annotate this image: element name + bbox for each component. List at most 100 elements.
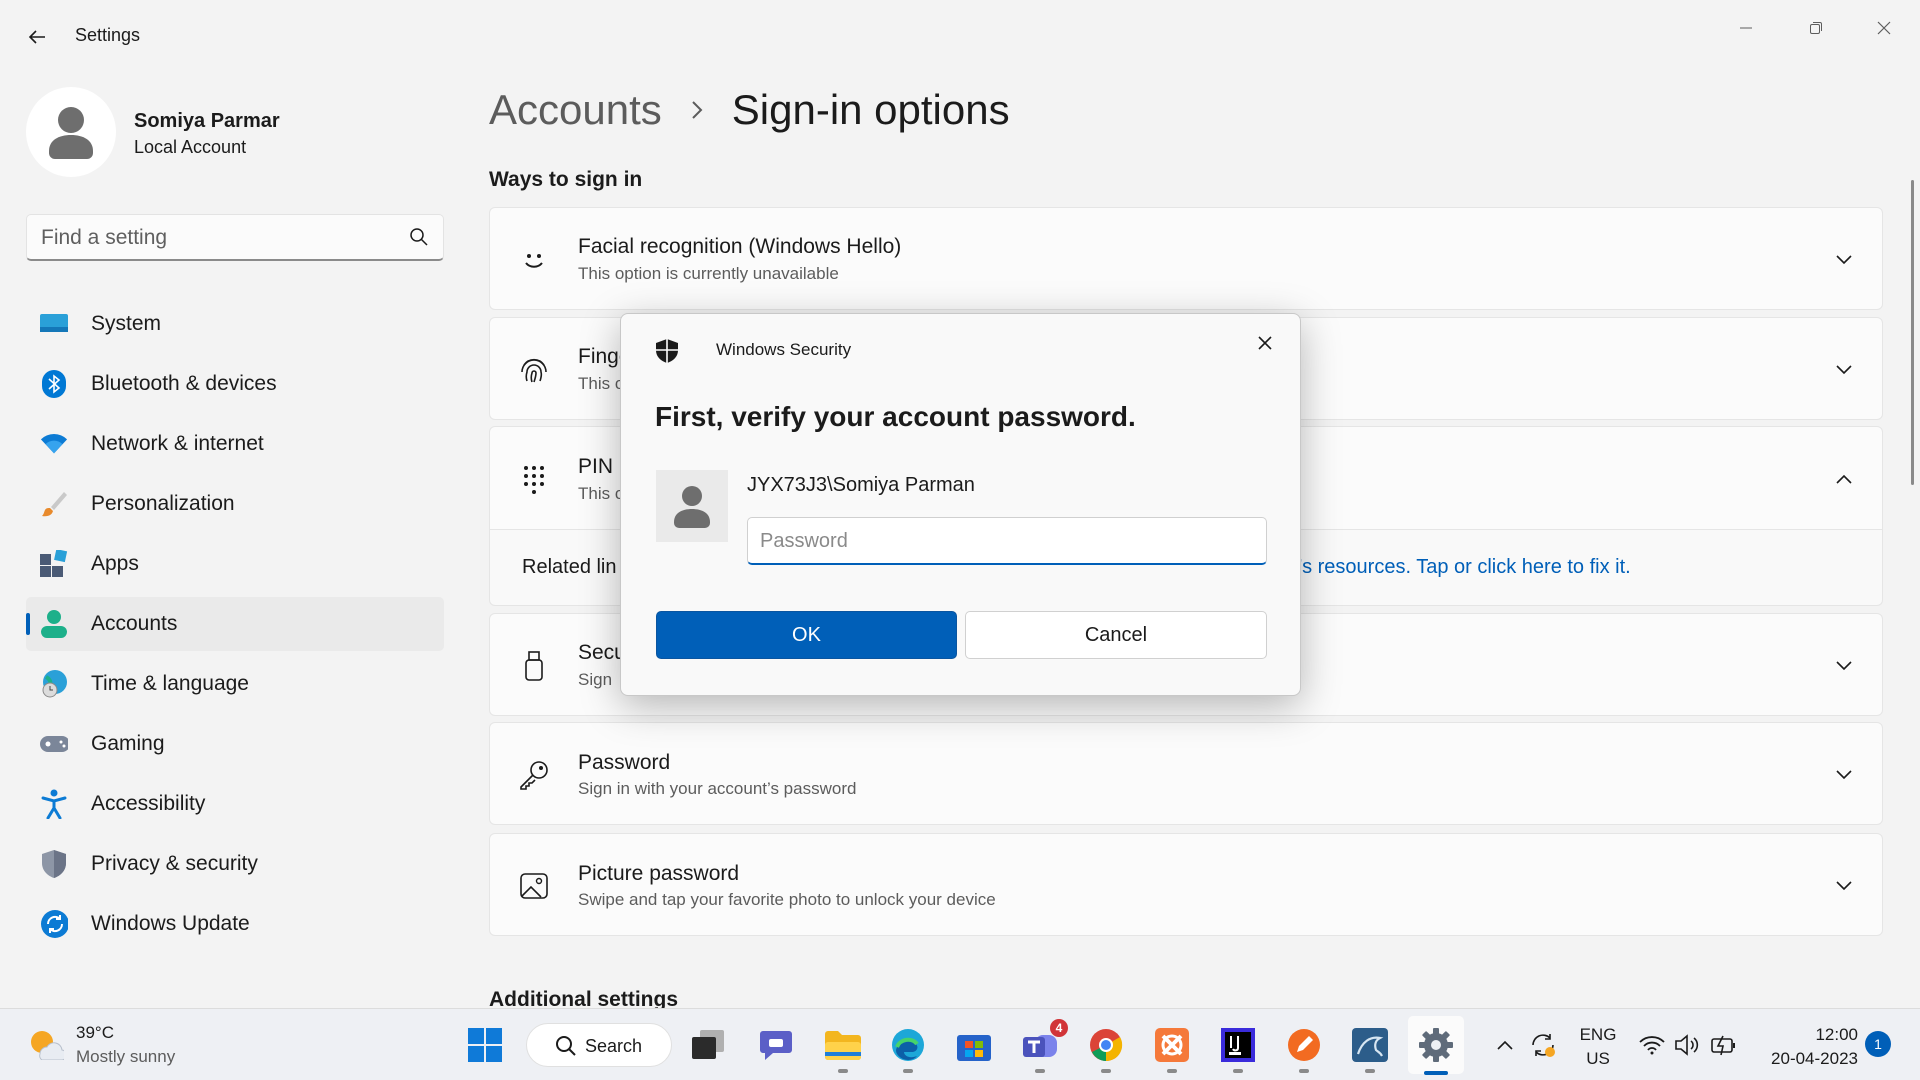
sidebar-item-label: Windows Update (91, 912, 250, 935)
back-button[interactable] (20, 20, 54, 54)
accessibility-icon (40, 789, 68, 819)
key-icon (518, 759, 550, 791)
fix-resources-link[interactable]: ’s resources. Tap or click here to fix i… (1298, 556, 1631, 579)
sidebar-item-windows-update[interactable]: Windows Update (26, 897, 444, 951)
sketch-tool-button[interactable] (1284, 1025, 1324, 1073)
chevron-down-icon[interactable] (1832, 763, 1856, 787)
user-avatar[interactable] (26, 87, 116, 177)
windows-security-dialog: Windows Security First, verify your acco… (620, 313, 1301, 696)
taskbar: 39°C Mostly sunny Search 4 ENG US 12:00 … (0, 1008, 1920, 1080)
restore-button[interactable] (1786, 8, 1846, 48)
dolphin-icon (1352, 1028, 1388, 1062)
clock-date: 20-04-2023 (1771, 1049, 1858, 1068)
weather-description[interactable]: Mostly sunny (76, 1047, 175, 1067)
weather-temperature[interactable]: 39°C (76, 1023, 114, 1043)
keypad-icon (518, 463, 550, 495)
sidebar-item-accounts[interactable]: Accounts (26, 597, 444, 651)
running-indicator (1365, 1069, 1375, 1073)
start-button[interactable] (465, 1025, 505, 1065)
chevron-right-icon (690, 99, 704, 121)
input-language-indicator[interactable]: ENG US (1578, 1023, 1618, 1071)
show-hidden-icons-button[interactable] (1490, 1025, 1520, 1065)
minimize-icon (1740, 27, 1752, 29)
breadcrumb: Accounts Sign-in options (489, 86, 1010, 134)
notification-badge[interactable]: 1 (1865, 1031, 1891, 1057)
minimize-button[interactable] (1716, 8, 1776, 48)
language-code: ENG (1579, 1025, 1617, 1044)
file-explorer-button[interactable] (823, 1025, 863, 1073)
search-icon[interactable] (409, 227, 429, 252)
sidebar-item-time-language[interactable]: Time & language (26, 657, 444, 711)
chevron-down-icon[interactable] (1832, 654, 1856, 678)
find-setting-search[interactable] (26, 214, 444, 261)
sidebar-item-accessibility[interactable]: Accessibility (26, 777, 444, 831)
clock[interactable]: 12:00 20-04-2023 (1758, 1023, 1858, 1071)
taskbar-search[interactable]: Search (526, 1023, 672, 1067)
sidebar-item-apps[interactable]: Apps (26, 537, 444, 591)
sidebar-item-gaming[interactable]: Gaming (26, 717, 444, 771)
sidebar-item-label: Accessibility (91, 792, 206, 815)
volume-tray-icon[interactable] (1672, 1025, 1704, 1065)
dialog-heading: First, verify your account password. (655, 401, 1136, 432)
intellij-button[interactable] (1218, 1025, 1258, 1073)
scrollbar-thumb[interactable] (1911, 180, 1914, 485)
dialog-close-button[interactable] (1246, 324, 1284, 362)
chevron-down-icon[interactable] (1832, 874, 1856, 898)
sync-tray-button[interactable] (1526, 1025, 1560, 1065)
mysql-workbench-button[interactable] (1350, 1025, 1390, 1073)
chat-button[interactable] (756, 1025, 796, 1065)
speaker-icon (1675, 1034, 1699, 1056)
sidebar-item-personalization[interactable]: Personalization (26, 477, 444, 531)
ok-button[interactable]: OK (656, 611, 957, 659)
shield-icon (40, 850, 68, 878)
card-picture-password[interactable]: Picture password Swipe and tap your favo… (489, 833, 1883, 936)
chrome-button[interactable] (1086, 1025, 1126, 1073)
task-view-button[interactable] (688, 1025, 728, 1065)
chevron-down-icon[interactable] (1832, 248, 1856, 272)
teams-button[interactable]: 4 (1020, 1019, 1068, 1073)
close-window-button[interactable] (1854, 8, 1914, 48)
settings-taskbar-button[interactable] (1416, 1025, 1456, 1075)
sidebar-item-system[interactable]: System (26, 297, 444, 351)
cancel-button[interactable]: Cancel (965, 611, 1267, 659)
section-title: Ways to sign in (489, 168, 643, 191)
sync-icon (1532, 1034, 1555, 1057)
chevron-down-icon[interactable] (1832, 358, 1856, 382)
sidebar-item-bluetooth[interactable]: Bluetooth & devices (26, 357, 444, 411)
card-facial-recognition[interactable]: Facial recognition (Windows Hello) This … (489, 207, 1883, 310)
sidebar-item-label: Privacy & security (91, 852, 258, 875)
restore-icon (1810, 22, 1822, 34)
card-subtitle: This c (578, 374, 624, 393)
store-icon (957, 1035, 991, 1061)
sidebar-item-label: Network & internet (91, 432, 264, 455)
card-subtitle: This option is currently unavailable (578, 264, 839, 283)
weather-sun-icon[interactable] (28, 1028, 68, 1065)
password-field[interactable] (747, 517, 1267, 565)
running-indicator (1167, 1069, 1177, 1073)
chevron-up-icon[interactable] (1832, 467, 1856, 491)
wifi-icon (1639, 1036, 1665, 1055)
password-input[interactable] (760, 526, 1250, 556)
wifi-tray-icon[interactable] (1636, 1025, 1668, 1065)
xampp-button[interactable] (1152, 1025, 1192, 1073)
breadcrumb-parent[interactable]: Accounts (489, 86, 662, 134)
dialog-user-avatar (656, 470, 728, 542)
edge-icon (892, 1029, 924, 1061)
system-icon (40, 310, 68, 338)
sidebar-item-privacy-security[interactable]: Privacy & security (26, 837, 444, 891)
store-button[interactable] (954, 1025, 994, 1065)
battery-charging-icon (1711, 1035, 1735, 1056)
card-password[interactable]: Password Sign in with your account’s pas… (489, 722, 1883, 825)
person-icon (674, 486, 710, 528)
gamepad-icon (40, 730, 68, 758)
account-type: Local Account (134, 137, 247, 157)
page-title: Sign-in options (731, 86, 1010, 133)
update-icon (40, 910, 68, 938)
running-indicator (903, 1069, 913, 1073)
related-links-label: Related lin (522, 556, 617, 578)
search-input[interactable] (41, 223, 401, 253)
battery-tray-icon[interactable] (1708, 1025, 1740, 1065)
edge-browser-button[interactable] (888, 1025, 928, 1073)
brush-icon (40, 490, 68, 518)
sidebar-item-network[interactable]: Network & internet (26, 417, 444, 471)
